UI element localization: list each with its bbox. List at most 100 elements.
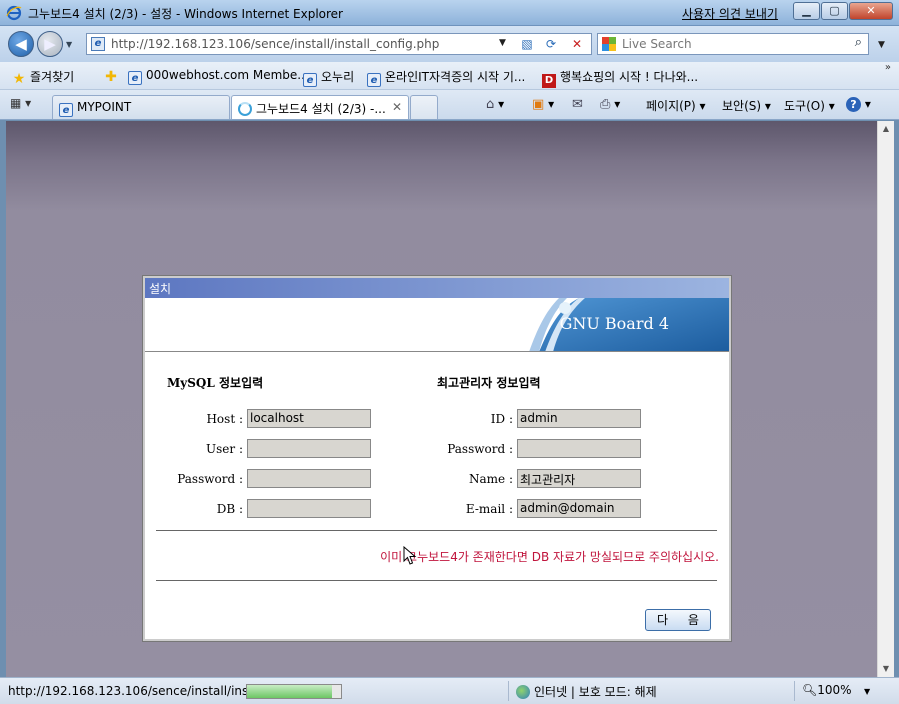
admin-id-input[interactable]: admin (517, 409, 641, 428)
divider (156, 530, 717, 531)
progress-fill (247, 685, 332, 698)
navigation-bar: ◀ ▶ ▼ e http://192.168.123.106/sence/ins… (0, 26, 899, 62)
page-menu[interactable]: 페이지(P) ▾ (646, 97, 706, 114)
admin-name-input[interactable]: 최고관리자 (517, 469, 641, 488)
search-input[interactable]: Live Search (622, 37, 692, 51)
tab-label: MYPOINT (77, 100, 132, 114)
favorite-link-1[interactable]: e 000webhost.com Membe... (128, 68, 309, 85)
gnuboard-banner: GNU Board 4 (145, 298, 729, 352)
admin-password-input[interactable] (517, 439, 641, 458)
rss-feed-icon: ▣ (532, 97, 545, 112)
admin-email-input[interactable]: admin@domain (517, 499, 641, 518)
dialog-title: 설치 (145, 278, 729, 298)
stop-icon[interactable]: ✕ (567, 35, 587, 53)
compatibility-view-icon[interactable]: ▧ (517, 35, 537, 53)
safety-menu[interactable]: 보안(S) ▾ (722, 97, 771, 114)
user-label: User : (206, 442, 243, 456)
zoom-label: 100% (817, 683, 852, 697)
quick-tabs-button[interactable]: ▦ ▾ (10, 96, 50, 116)
admin-id-label: ID : (490, 412, 513, 426)
refresh-icon[interactable]: ⟳ (541, 35, 561, 53)
admin-email-label: E-mail : (465, 502, 513, 516)
zoom-level[interactable]: 🔍︎100% (802, 683, 852, 697)
ie-page-icon: e (128, 71, 142, 85)
search-icon[interactable]: ⌕ (855, 35, 862, 50)
zoom-icon: 🔍︎ (802, 683, 818, 697)
favorites-bar: ★ 즐겨찾기 ✚ e 000webhost.com Membe... e 오누리 e온… (0, 62, 899, 90)
safety-menu-label: 보안(S) (722, 99, 762, 113)
favorite-link-label: 000webhost.com Membe... (146, 68, 309, 82)
mouse-cursor-icon (403, 546, 417, 565)
page-content: 설치 GNU Board 4 MySQL 정보입력 최고관리자 정보입력 Hos… (6, 121, 877, 677)
address-input[interactable]: http://192.168.123.106/sence/install/ins… (111, 37, 439, 51)
close-window-button[interactable]: ✕ (849, 2, 893, 20)
ie-logo-icon (6, 5, 22, 21)
home-icon: ⌂ (486, 97, 495, 112)
read-mail-button[interactable]: ✉ (572, 97, 583, 112)
tab-gnuboard-install[interactable]: 그누보드4 설치 (2/3) -... ✕ (231, 95, 409, 119)
new-tab-button[interactable] (410, 95, 438, 119)
security-zone[interactable]: 인터넷 | 보호 모드: 해제 (516, 683, 657, 700)
search-options-dropdown-icon[interactable]: ▼ (878, 40, 885, 50)
admin-heading: 최고관리자 정보입력 (437, 376, 541, 390)
favorites-overflow-icon[interactable]: » (885, 62, 891, 73)
page-icon: e (91, 37, 105, 51)
close-tab-icon[interactable]: ✕ (392, 100, 402, 114)
favorite-link-label: 온라인IT자격증의 시작 기... (385, 70, 526, 84)
help-button[interactable]: ? ▾ (846, 97, 871, 112)
zone-label: 인터넷 | 보호 모드: 해제 (534, 685, 657, 699)
mysql-heading: MySQL 정보입력 (167, 376, 264, 390)
banner-text: GNU Board 4 (559, 314, 669, 333)
add-favorite-button[interactable]: ✚ (104, 68, 122, 84)
favorite-link-label: 행복쇼핑의 시작 ! 다나와... (560, 70, 699, 84)
address-dropdown-icon[interactable]: ▼ (499, 38, 506, 48)
search-box[interactable]: Live Search ⌕ (597, 33, 869, 55)
tools-menu-label: 도구(O) (784, 99, 825, 113)
print-button[interactable]: ⎙ ▾ (600, 97, 620, 112)
favorite-link-3[interactable]: e 온라인IT자격증의 시작 기... (367, 68, 525, 87)
admin-password-label: Password : (447, 442, 513, 456)
tab-label: 그누보드4 설치 (2/3) -... (256, 102, 386, 116)
db-password-input[interactable] (247, 469, 371, 488)
next-button[interactable]: 다 음 (645, 609, 711, 631)
live-search-logo-icon (602, 37, 616, 51)
vertical-scrollbar[interactable]: ▲ ▼ (877, 121, 894, 677)
home-button[interactable]: ⌂ ▾ (486, 97, 504, 112)
minimize-button[interactable]: ▁ (793, 2, 820, 20)
favorites-star-icon: ★ (12, 71, 26, 87)
scroll-down-icon[interactable]: ▼ (878, 661, 894, 677)
internet-zone-icon (516, 685, 530, 699)
zoom-dropdown-icon[interactable]: ▼ (864, 687, 870, 696)
feedback-link[interactable]: 사용자 의견 보내기 (682, 5, 778, 22)
forward-button[interactable]: ▶ (37, 31, 63, 57)
db-password-label: Password : (177, 472, 243, 486)
favorites-label: 즐겨찾기 (30, 70, 75, 84)
maximize-button[interactable]: ▢ (821, 2, 848, 20)
back-button[interactable]: ◀ (8, 31, 34, 57)
favorites-button[interactable]: ★ 즐겨찾기 (12, 68, 74, 86)
favorite-link-2[interactable]: e 오누리 (303, 68, 354, 87)
install-dialog: 설치 GNU Board 4 MySQL 정보입력 최고관리자 정보입력 Hos… (143, 276, 731, 641)
page-menu-label: 페이지(P) (646, 99, 696, 113)
user-input[interactable] (247, 439, 371, 458)
history-dropdown-icon[interactable]: ▼ (66, 40, 72, 49)
ie-page-icon: e (367, 73, 381, 87)
ie-page-icon: e (59, 103, 73, 117)
scroll-up-icon[interactable]: ▲ (878, 121, 894, 137)
add-to-favorites-icon: ✚ (105, 69, 117, 85)
loading-progress-bar (246, 684, 342, 699)
feeds-button[interactable]: ▣ ▾ (532, 97, 554, 112)
host-input[interactable]: localhost (247, 409, 371, 428)
help-icon: ? (846, 97, 861, 112)
loading-icon (238, 102, 252, 116)
window-title-bar: 그누보드4 설치 (2/3) - 설정 - Windows Internet E… (0, 0, 899, 26)
status-separator (794, 681, 795, 701)
address-bar[interactable]: e http://192.168.123.106/sence/install/i… (86, 33, 592, 55)
db-input[interactable] (247, 499, 371, 518)
tab-mypoint[interactable]: e MYPOINT (52, 95, 230, 119)
tools-menu[interactable]: 도구(O) ▾ (784, 97, 835, 114)
db-label: DB : (216, 502, 243, 516)
window-title: 그누보드4 설치 (2/3) - 설정 - Windows Internet E… (28, 7, 343, 21)
favorite-link-4[interactable]: D 행복쇼핑의 시작 ! 다나와... (542, 68, 698, 88)
admin-name-label: Name : (469, 472, 513, 486)
